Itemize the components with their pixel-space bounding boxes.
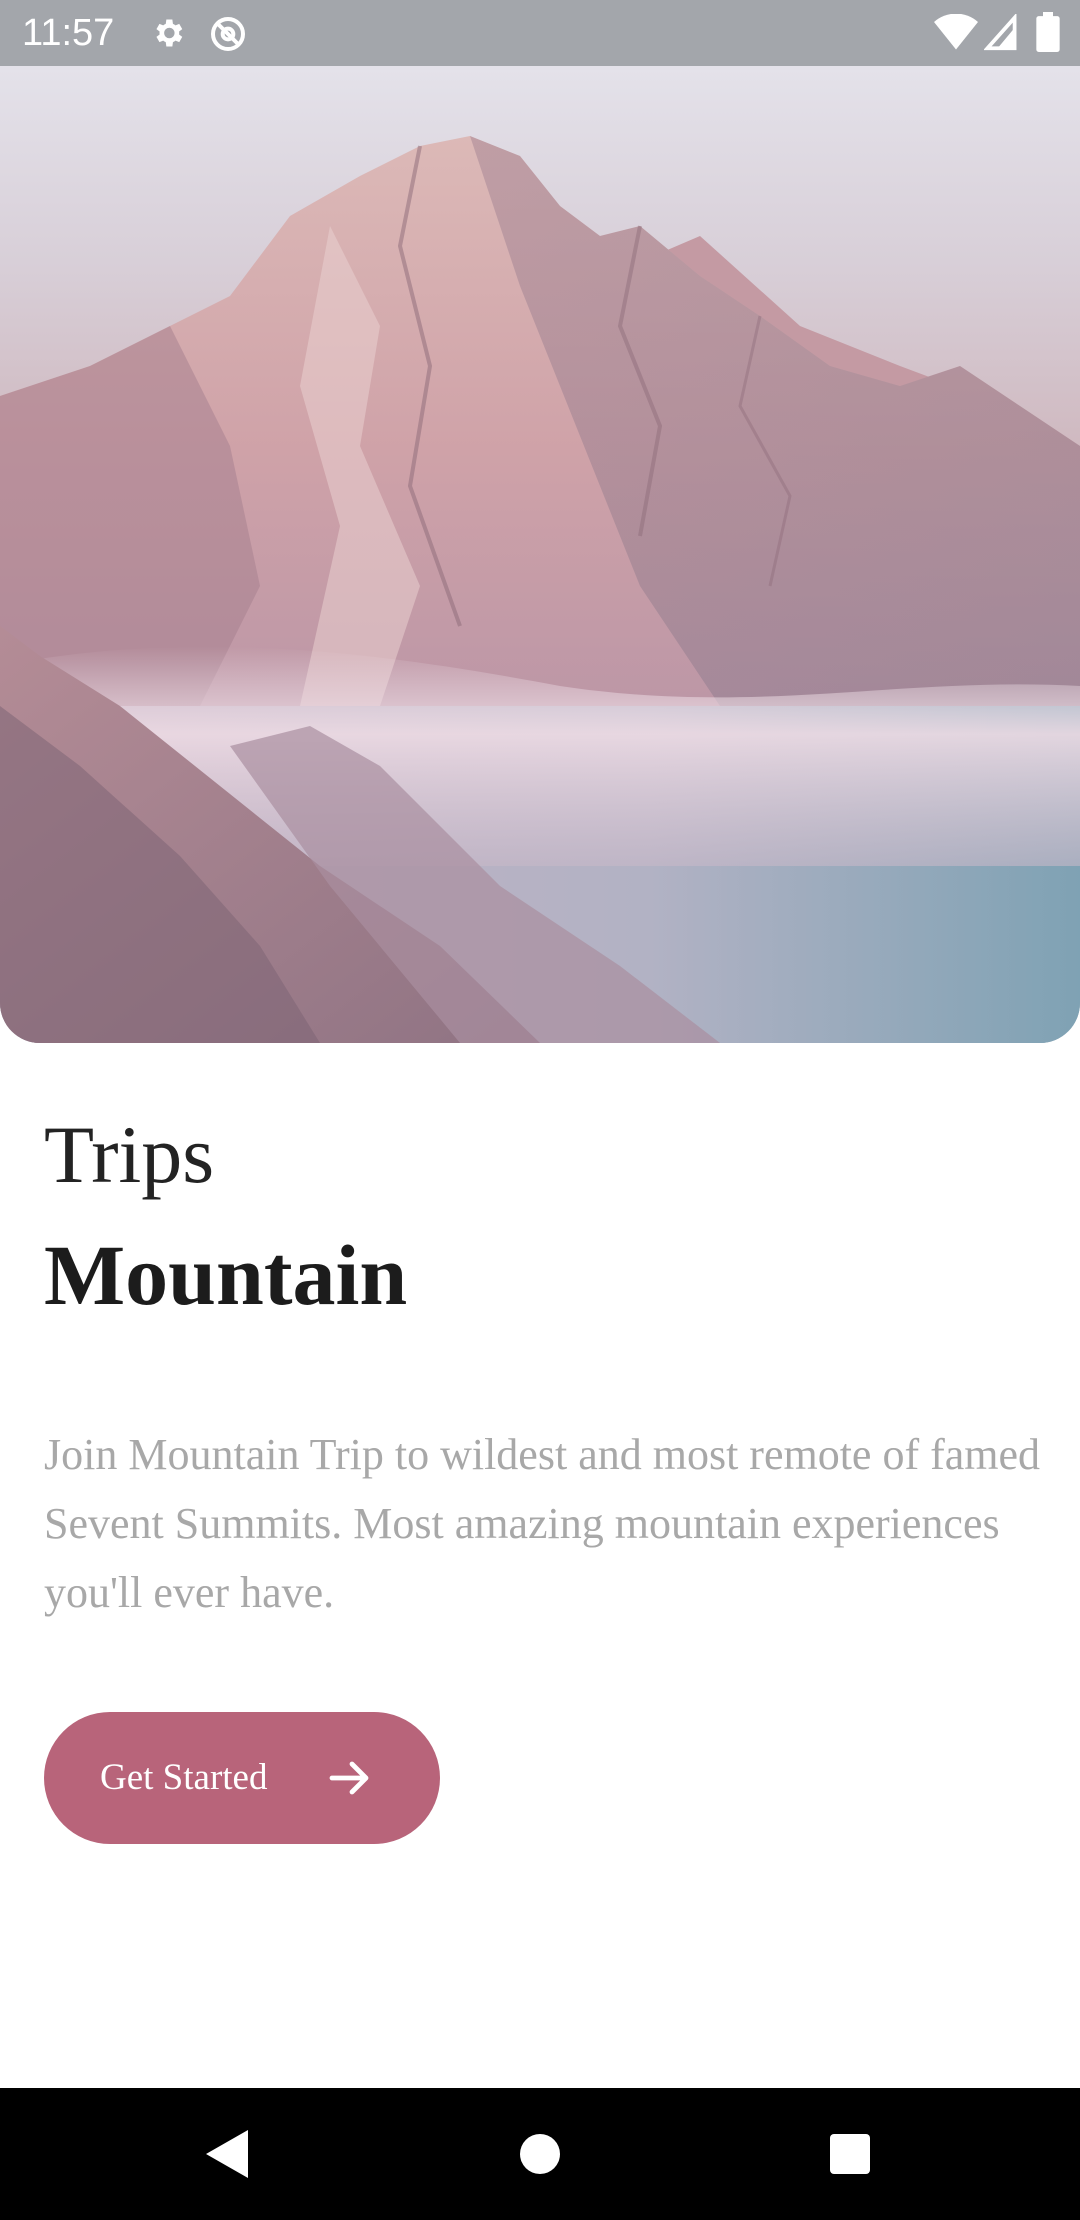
recents-icon	[830, 2134, 870, 2174]
nav-home-button[interactable]	[500, 2114, 580, 2194]
mountain-illustration	[0, 136, 1080, 1043]
title-mountain: Mountain	[44, 1227, 408, 1323]
hero-mountain-image	[0, 66, 1080, 1043]
description-text: Join Mountain Trip to wildest and most r…	[44, 1430, 1041, 1617]
back-icon	[206, 2130, 248, 2178]
nav-recents-button[interactable]	[810, 2114, 890, 2194]
cell-signal-icon	[984, 14, 1017, 51]
get-started-label: Get Started	[100, 1757, 268, 1798]
status-time: 11:57	[22, 12, 115, 54]
title-trips: Trips	[44, 1109, 215, 1200]
nav-back-button[interactable]	[187, 2114, 267, 2194]
system-nav-bar	[0, 2088, 1080, 2220]
arrow-right-icon	[329, 1761, 369, 1795]
at-sign-icon	[211, 17, 245, 51]
status-bar: 11:57	[0, 0, 1080, 66]
battery-icon	[1036, 12, 1060, 52]
wifi-icon	[934, 14, 978, 50]
gear-icon	[156, 19, 183, 47]
get-started-button[interactable]: Get Started	[44, 1712, 440, 1844]
home-icon	[520, 2134, 560, 2174]
